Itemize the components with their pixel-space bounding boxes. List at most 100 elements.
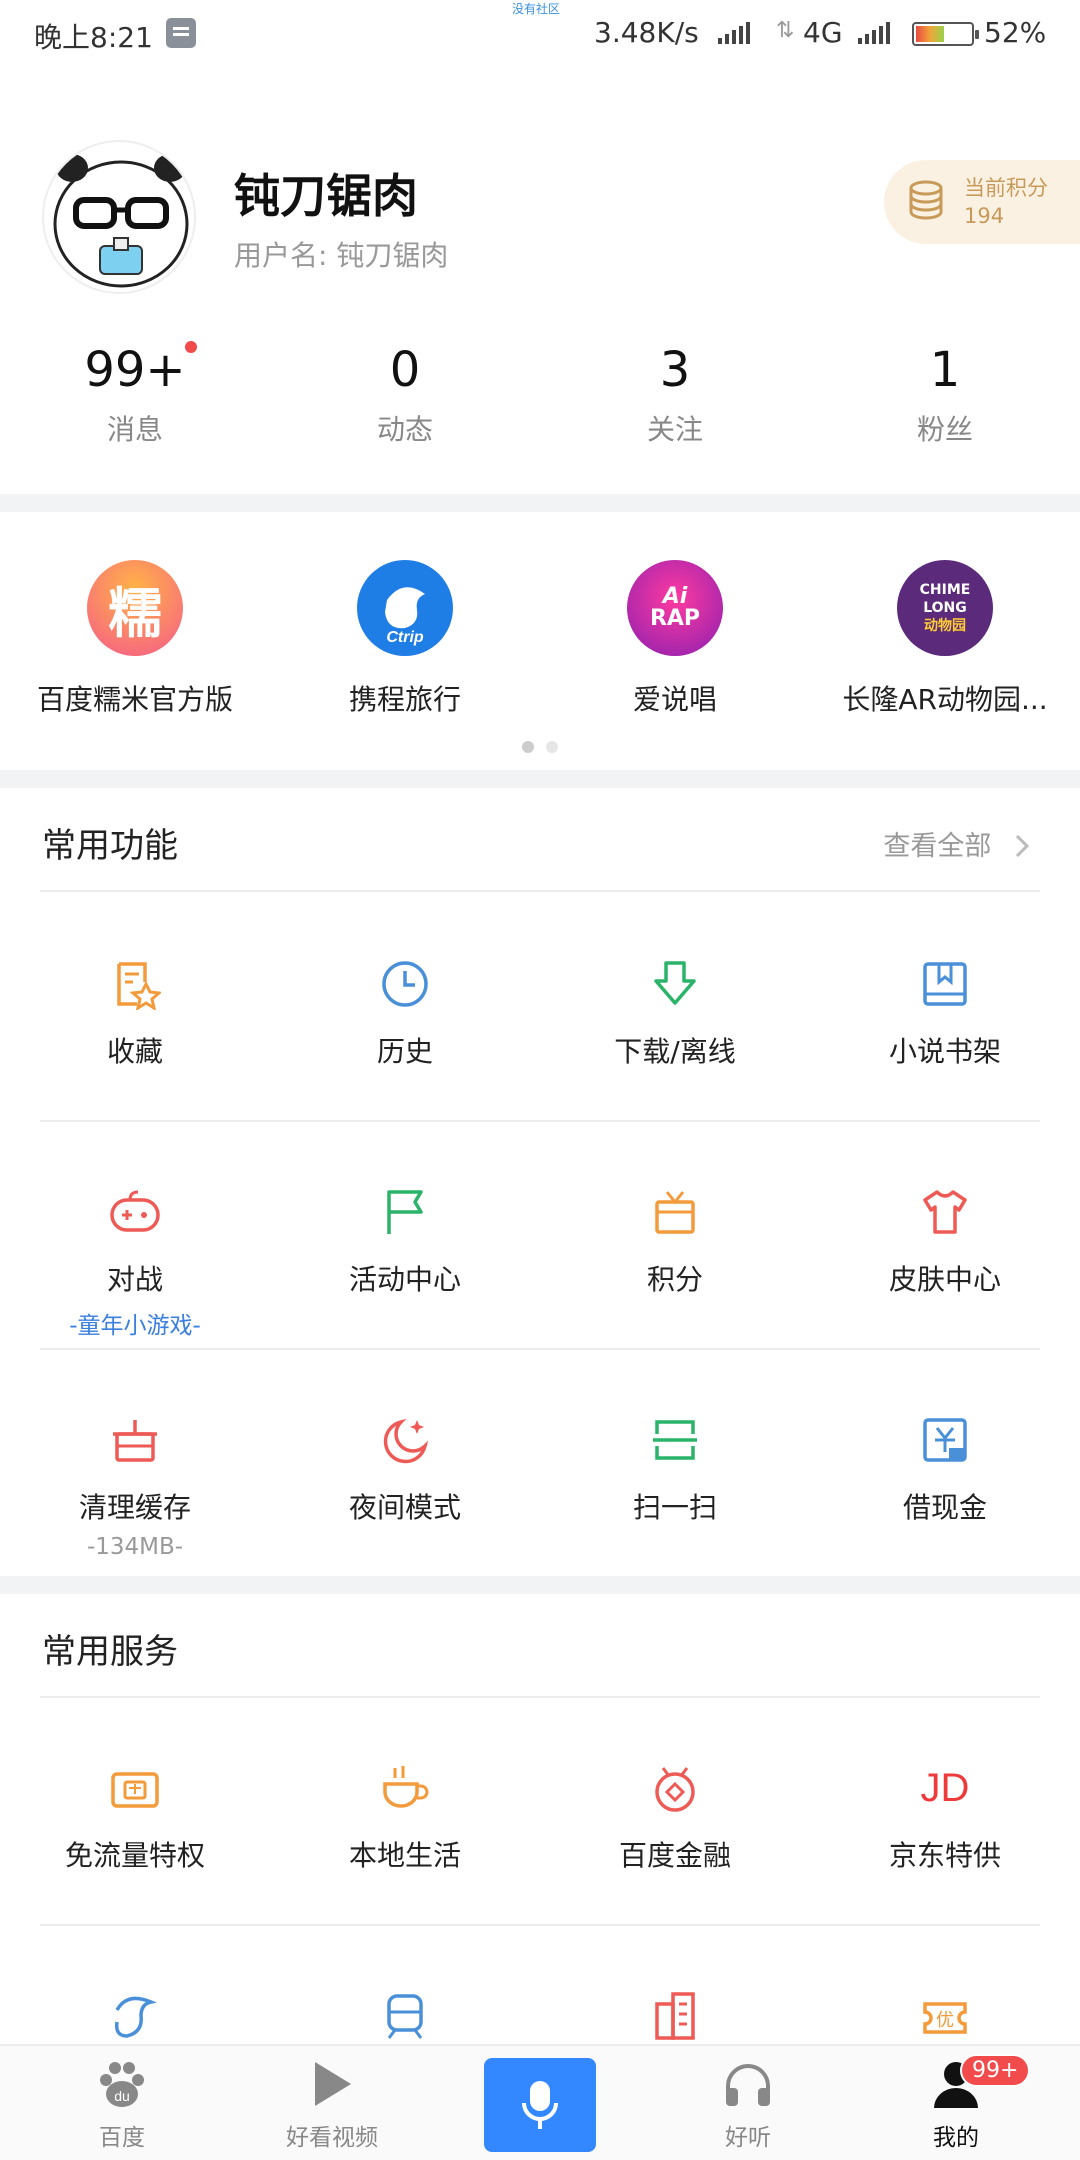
see-all-link[interactable]: 查看全部: [883, 824, 1030, 863]
fn-label: 下载/离线: [614, 1035, 736, 1068]
svc-partial-4[interactable]: 优: [810, 1988, 1080, 2044]
section-divider: [0, 1576, 1080, 1594]
stat-posts[interactable]: 0 动态: [270, 340, 540, 448]
app-airap[interactable]: Ai RAP 爱说唱: [540, 560, 810, 718]
stat-value: 0: [389, 342, 421, 398]
battery-icon: [912, 22, 979, 46]
play-icon: [224, 2046, 440, 2110]
train-icon: [377, 1988, 433, 2044]
nav-listen[interactable]: 好听: [640, 2046, 856, 2160]
svc-local-life[interactable]: 本地生活: [270, 1760, 540, 1874]
nuomi-icon: 糯: [87, 560, 183, 656]
trash-icon: [107, 1412, 163, 1468]
fn-bookshelf[interactable]: 小说书架: [810, 956, 1080, 1070]
headphones-icon: [640, 2046, 856, 2110]
divider-line: [40, 1348, 1040, 1350]
stat-value: 1: [929, 342, 961, 398]
nav-label: 百度: [99, 2125, 145, 2151]
nav-mine[interactable]: 我的: [848, 2046, 1064, 2160]
svc-partial-3[interactable]: [540, 1988, 810, 2044]
fn-label: 百度金融: [618, 1839, 731, 1872]
dolphin-icon: [107, 1988, 163, 2044]
svc-partial-1[interactable]: [0, 1988, 270, 2044]
history-clock-icon: [377, 956, 433, 1012]
fn-activity[interactable]: 活动中心: [270, 1184, 540, 1298]
fn-borrow-cash[interactable]: 借现金: [810, 1412, 1080, 1526]
points-value: 194: [964, 204, 1005, 228]
app-ctrip[interactable]: Ctrip 携程旅行: [270, 560, 540, 718]
fn-label: 历史: [376, 1035, 433, 1068]
fn-label: 借现金: [902, 1491, 987, 1524]
app-nuomi[interactable]: 糯 百度糯米官方版: [0, 560, 270, 718]
airap-icon: Ai RAP: [627, 560, 723, 656]
tshirt-icon: [917, 1184, 973, 1240]
divider-line: [40, 1924, 1040, 1926]
fn-label: 夜间模式: [348, 1491, 461, 1524]
fn-points[interactable]: 积分: [540, 1184, 810, 1298]
fn-night-mode[interactable]: 夜间模式: [270, 1412, 540, 1526]
nav-label: 我的: [933, 2125, 979, 2151]
fn-battle[interactable]: 对战 -童年小游戏-: [0, 1184, 270, 1340]
unread-dot: [185, 341, 197, 353]
stat-messages[interactable]: 99+ 消息: [0, 340, 270, 448]
svg-text:Ctrip: Ctrip: [386, 629, 424, 646]
building-icon: [647, 1988, 703, 2044]
gamepad-icon: [107, 1184, 163, 1240]
nav-baidu[interactable]: du 百度: [14, 2046, 230, 2160]
flag-icon: [377, 1184, 433, 1240]
stat-label: 关注: [646, 413, 703, 446]
app-name: 携程旅行: [348, 683, 461, 716]
svg-text:du: du: [114, 2088, 130, 2104]
stat-following[interactable]: 3 关注: [540, 340, 810, 448]
bottom-nav: du 百度 好看视频 好听 我的 99+: [0, 2044, 1080, 2160]
profile-name[interactable]: 钝刀锯肉: [234, 160, 418, 226]
svc-free-data[interactable]: 免流量特权: [0, 1760, 270, 1874]
fn-label: 活动中心: [348, 1263, 461, 1296]
avatar-face-icon: [53, 154, 189, 288]
fn-favorites[interactable]: 收藏: [0, 956, 270, 1070]
see-all-label: 查看全部: [883, 831, 992, 862]
network-speed: 3.48K/s: [594, 16, 699, 49]
notification-badge: 99+: [960, 2054, 1031, 2087]
fn-label: 免流量特权: [64, 1839, 205, 1872]
app-chimelong[interactable]: CHIME LONG 动物园 长隆AR动物园...: [810, 560, 1080, 718]
page-indicator: [546, 741, 558, 753]
stat-fans[interactable]: 1 粉丝: [810, 340, 1080, 448]
bookshelf-icon: [917, 956, 973, 1012]
voice-search-button[interactable]: [484, 2058, 596, 2152]
battery-percent: 52%: [984, 16, 1047, 49]
fn-label: 小说书架: [888, 1035, 1001, 1068]
ctrip-icon: Ctrip: [357, 560, 453, 656]
svc-partial-2[interactable]: [270, 1988, 540, 2044]
fn-skins[interactable]: 皮肤中心: [810, 1184, 1080, 1298]
status-bar: 晚上8:21 没有社区 3.48K/s ⇅ 4G 52%: [0, 0, 1080, 70]
svc-baidu-finance[interactable]: 百度金融: [540, 1760, 810, 1874]
fn-clear-cache[interactable]: 清理缓存 -134MB-: [0, 1412, 270, 1560]
fn-scan[interactable]: 扫一扫: [540, 1412, 810, 1526]
svc-jd[interactable]: JD 京东特供: [810, 1760, 1080, 1874]
divider-line: [40, 1120, 1040, 1122]
watermark-text: 没有社区: [512, 2, 561, 16]
nav-video[interactable]: 好看视频: [224, 2046, 440, 2160]
avatar[interactable]: [42, 140, 196, 294]
fn-sublabel: -134MB-: [86, 1534, 184, 1560]
data-card-icon: [107, 1760, 163, 1816]
fn-label: 对战: [106, 1263, 163, 1296]
chevron-right-icon: [1014, 831, 1030, 862]
coffee-cup-icon: [377, 1760, 433, 1816]
coins-icon: [906, 178, 952, 228]
fn-label: 扫一扫: [632, 1491, 717, 1524]
app-name: 爱说唱: [632, 683, 717, 716]
app-name: 长隆AR动物园...: [842, 683, 1048, 716]
points-badge[interactable]: 当前积分 194: [884, 160, 1080, 244]
moon-icon: [377, 1412, 433, 1468]
microphone-icon: [522, 2081, 558, 2129]
cash-icon: [917, 1412, 973, 1468]
coupon-icon: 优: [917, 1988, 973, 2044]
fn-label: 清理缓存: [78, 1491, 191, 1524]
fn-download[interactable]: 下载/离线: [540, 956, 810, 1070]
fn-history[interactable]: 历史: [270, 956, 540, 1070]
scan-icon: [647, 1412, 703, 1468]
download-icon: [647, 956, 703, 1012]
fn-label: 本地生活: [348, 1839, 461, 1872]
